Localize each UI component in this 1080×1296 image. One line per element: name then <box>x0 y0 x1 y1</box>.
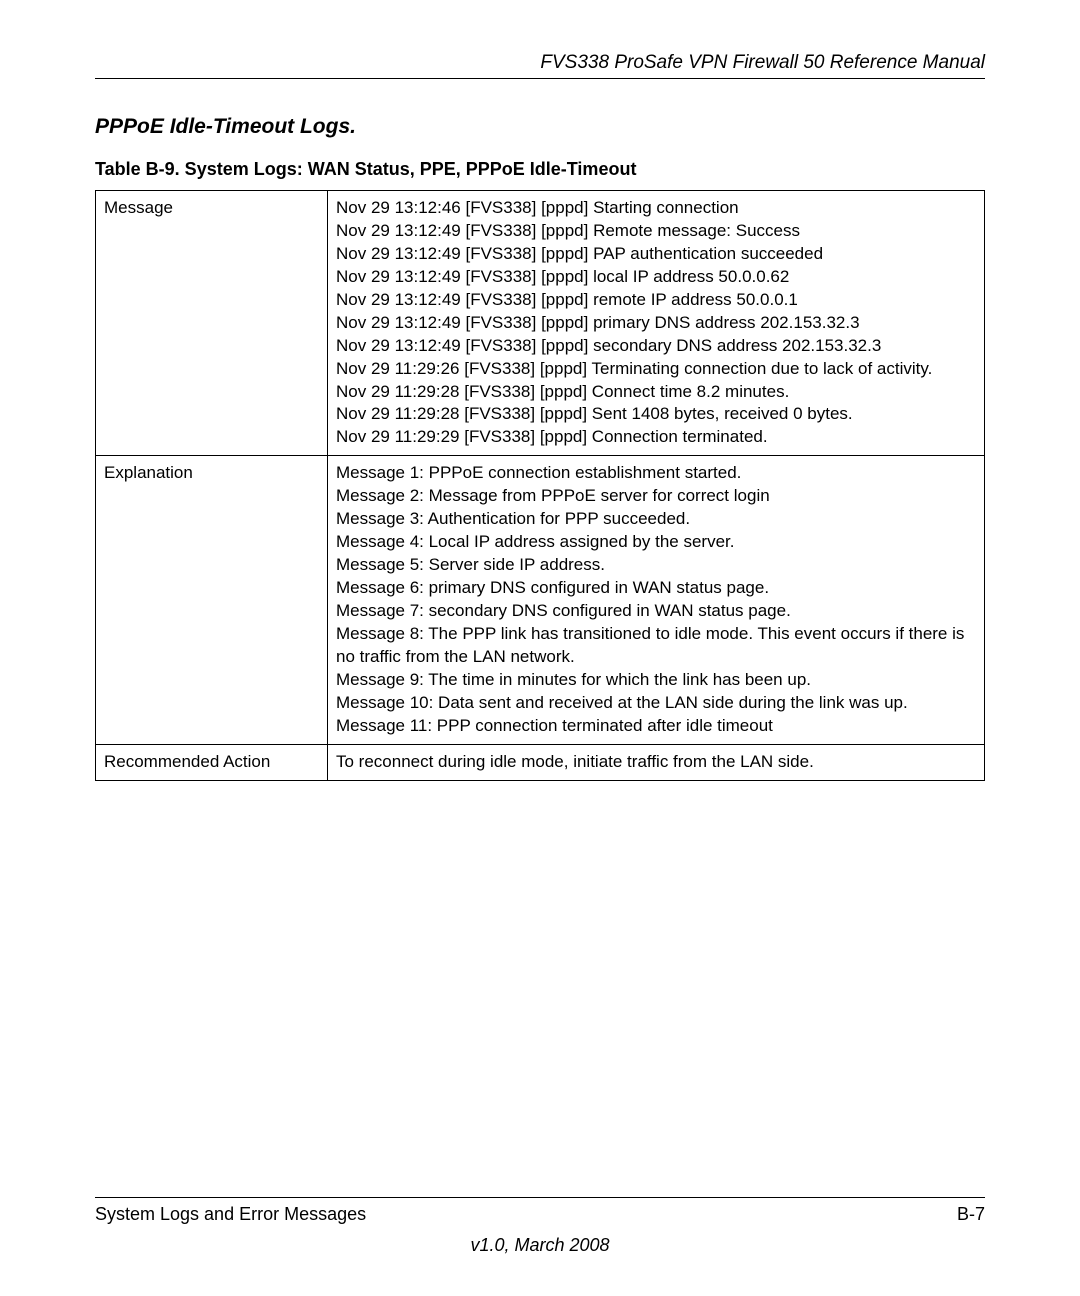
content-line: Nov 29 11:29:29 [FVS338] [pppd] Connecti… <box>336 426 976 449</box>
page-header: FVS338 ProSafe VPN Firewall 50 Reference… <box>95 52 985 79</box>
spacer <box>95 781 985 1178</box>
row-label: Message <box>96 191 328 456</box>
log-table: Message Nov 29 13:12:46 [FVS338] [pppd] S… <box>95 190 985 781</box>
content-line: Message 9: The time in minutes for which… <box>336 669 976 692</box>
content-line: Message 3: Authentication for PPP succee… <box>336 508 976 531</box>
content-line: Nov 29 13:12:49 [FVS338] [pppd] primary … <box>336 312 976 335</box>
content-line: Message 7: secondary DNS configured in W… <box>336 600 976 623</box>
content-line: Message 4: Local IP address assigned by … <box>336 531 976 554</box>
page: FVS338 ProSafe VPN Firewall 50 Reference… <box>0 0 1080 1296</box>
footer-right: B-7 <box>957 1204 985 1225</box>
log-table-body: Message Nov 29 13:12:46 [FVS338] [pppd] S… <box>96 191 985 781</box>
table-caption: Table B-9. System Logs: WAN Status, PPE,… <box>95 159 985 180</box>
page-footer: System Logs and Error Messages B-7 <box>95 1197 985 1225</box>
row-content: Nov 29 13:12:46 [FVS338] [pppd] Starting… <box>328 191 985 456</box>
section-title: PPPoE Idle-Timeout Logs. <box>95 115 985 139</box>
content-line: Message 1: PPPoE connection establishmen… <box>336 462 976 485</box>
content-line: Nov 29 13:12:49 [FVS338] [pppd] secondar… <box>336 335 976 358</box>
content-line: Nov 29 13:12:49 [FVS338] [pppd] remote I… <box>336 289 976 312</box>
content-line: Message 11: PPP connection terminated af… <box>336 715 976 738</box>
content-line: To reconnect during idle mode, initiate … <box>336 751 976 774</box>
content-line: Nov 29 11:29:28 [FVS338] [pppd] Connect … <box>336 381 976 404</box>
footer-left: System Logs and Error Messages <box>95 1204 366 1225</box>
content-line: Message 5: Server side IP address. <box>336 554 976 577</box>
row-content: Message 1: PPPoE connection establishmen… <box>328 456 985 744</box>
content-line: Nov 29 11:29:28 [FVS338] [pppd] Sent 140… <box>336 403 976 426</box>
table-row: Explanation Message 1: PPPoE connection e… <box>96 456 985 744</box>
content-line: Message 10: Data sent and received at th… <box>336 692 976 715</box>
table-row: Recommended Action To reconnect during id… <box>96 744 985 780</box>
content-line: Message 2: Message from PPPoE server for… <box>336 485 976 508</box>
row-label: Explanation <box>96 456 328 744</box>
content-line: Nov 29 13:12:49 [FVS338] [pppd] local IP… <box>336 266 976 289</box>
table-row: Message Nov 29 13:12:46 [FVS338] [pppd] S… <box>96 191 985 456</box>
manual-title: FVS338 ProSafe VPN Firewall 50 Reference… <box>540 52 985 73</box>
footer-version: v1.0, March 2008 <box>95 1235 985 1256</box>
content-line: Nov 29 13:12:49 [FVS338] [pppd] Remote m… <box>336 220 976 243</box>
row-label: Recommended Action <box>96 744 328 780</box>
content-line: Nov 29 13:12:46 [FVS338] [pppd] Starting… <box>336 197 976 220</box>
content-line: Message 6: primary DNS configured in WAN… <box>336 577 976 600</box>
content-line: Message 8: The PPP link has transitioned… <box>336 623 976 669</box>
content-line: Nov 29 13:12:49 [FVS338] [pppd] PAP auth… <box>336 243 976 266</box>
row-content: To reconnect during idle mode, initiate … <box>328 744 985 780</box>
content-line: Nov 29 11:29:26 [FVS338] [pppd] Terminat… <box>336 358 976 381</box>
